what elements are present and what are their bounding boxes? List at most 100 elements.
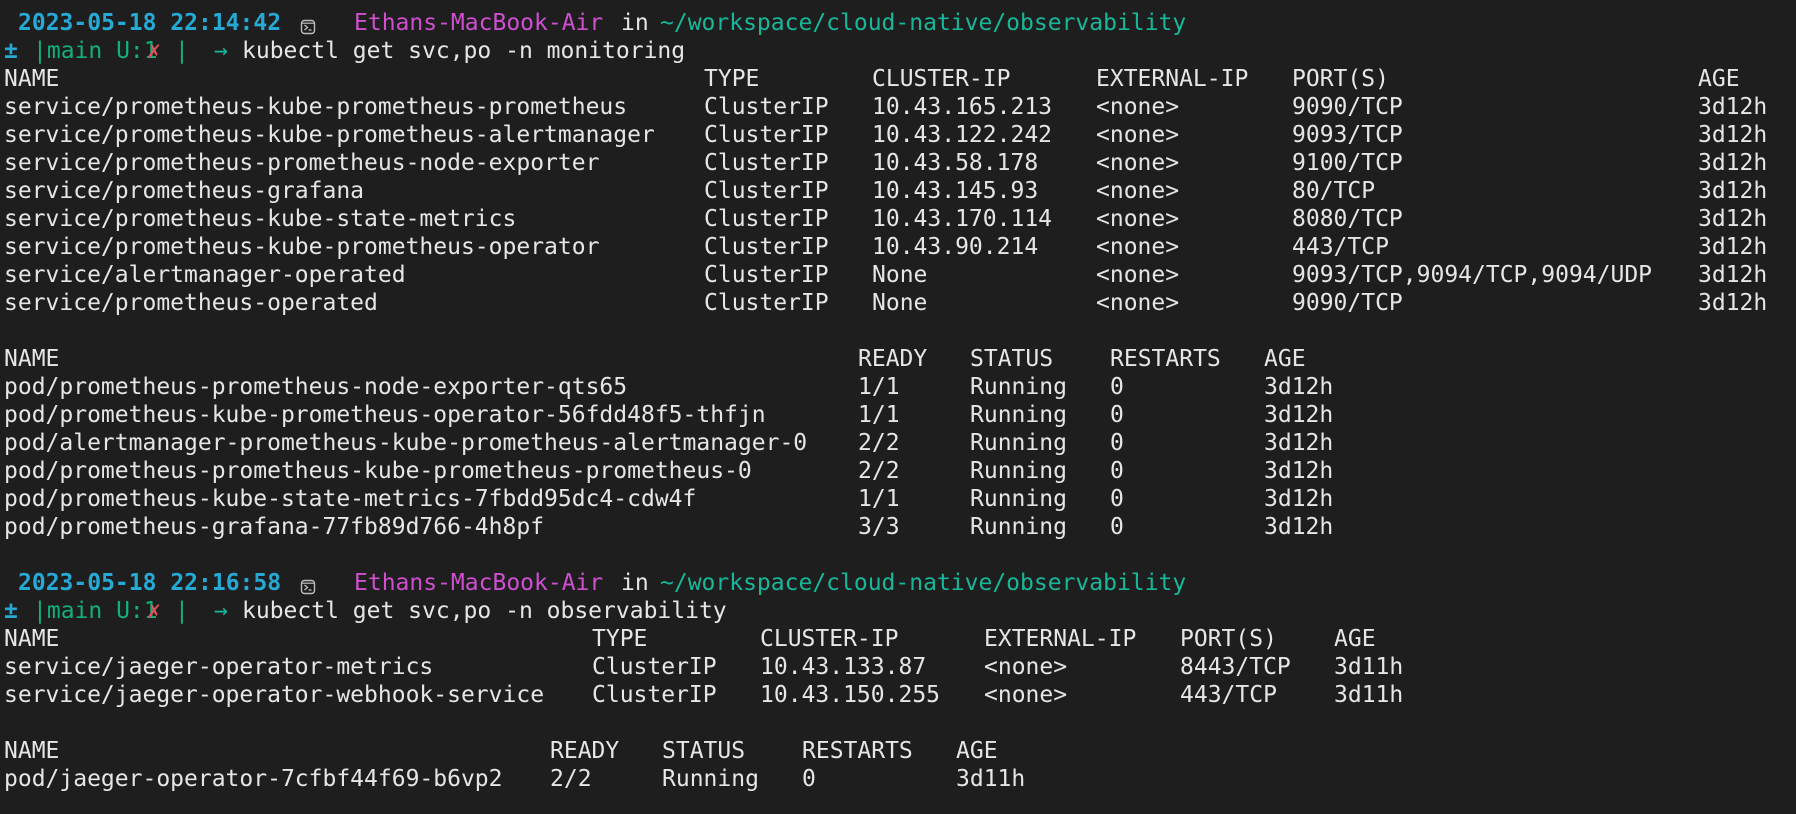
pod-cell: pod/jaeger-operator-7cfbf44f69-b6vp2 <box>4 766 503 792</box>
service-cell: 3d12h <box>1698 206 1768 232</box>
service-cell: ClusterIP <box>704 178 829 204</box>
service-column-header: EXTERNAL-IP <box>1096 66 1249 92</box>
pod-column-header: AGE <box>1264 346 1306 372</box>
pod-cell: pod/prometheus-kube-state-metrics-7fbdd9… <box>4 486 697 512</box>
service-cell: 9090/TCP <box>1292 94 1403 120</box>
service-cell: 3d12h <box>1698 178 1768 204</box>
pod-column-header: RESTARTS <box>802 738 913 764</box>
pod-column-header: READY <box>550 738 620 764</box>
service-column-header: EXTERNAL-IP <box>984 626 1137 652</box>
service-cell: <none> <box>1096 178 1180 204</box>
service-cell: 443/TCP <box>1292 234 1389 260</box>
pod-cell: 0 <box>1110 402 1124 428</box>
service-cell: <none> <box>1096 94 1180 120</box>
pod-cell: 3d12h <box>1264 458 1334 484</box>
pod-table-row: pod/prometheus-kube-prometheus-operator-… <box>0 401 1796 429</box>
terminal-window[interactable]: 2023-05-18 22:14:42 Ethans-MacBook-Air in ~… <box>0 0 1796 814</box>
service-column-header: NAME <box>4 626 60 652</box>
command-text[interactable]: kubectl get svc,po -n observability <box>242 597 727 625</box>
pod-table-row: pod/alertmanager-prometheus-kube-prometh… <box>0 429 1796 457</box>
service-cell: ClusterIP <box>704 234 829 260</box>
pod-table-row: pod/jaeger-operator-7cfbf44f69-b6vp2 2/2 R… <box>0 765 1796 793</box>
service-cell: <none> <box>1096 150 1180 176</box>
pod-cell: Running <box>970 430 1067 456</box>
pod-cell: 0 <box>1110 458 1124 484</box>
pod-cell: pod/alertmanager-prometheus-kube-prometh… <box>4 430 808 456</box>
service-table-row: service/prometheus-kube-state-metrics Clu… <box>0 205 1796 233</box>
service-cell: <none> <box>1096 206 1180 232</box>
pod-cell: 3d12h <box>1264 514 1334 540</box>
service-table-row: service/prometheus-grafana ClusterIP 10.43… <box>0 177 1796 205</box>
service-column-header: PORT(S) <box>1180 626 1277 652</box>
service-cell: 9090/TCP <box>1292 290 1403 316</box>
pod-table-header: NAME READY STATUS RESTARTS AGE <box>0 737 1796 765</box>
service-cell: ClusterIP <box>592 682 717 708</box>
pod-cell: 2/2 <box>550 766 592 792</box>
command-line: ± |main U:1 ✗ | → kubectl get svc,po -n obser… <box>0 597 1796 625</box>
service-cell: service/prometheus-kube-state-metrics <box>4 206 517 232</box>
service-cell: service/prometheus-prometheus-node-expor… <box>4 150 600 176</box>
pod-cell: 1/1 <box>858 374 900 400</box>
service-cell: 3d12h <box>1698 234 1768 260</box>
pod-table-header: NAME READY STATUS RESTARTS AGE <box>0 345 1796 373</box>
service-cell: 3d11h <box>1334 654 1404 680</box>
git-dirty-mark: ✗ <box>147 598 161 624</box>
service-column-header: AGE <box>1698 66 1740 92</box>
service-cell: 3d12h <box>1698 262 1768 288</box>
service-cell: ClusterIP <box>704 94 829 120</box>
pod-table-row: pod/prometheus-prometheus-kube-prometheu… <box>0 457 1796 485</box>
git-plusminus-symbol: ± <box>4 38 18 64</box>
pod-cell: 3/3 <box>858 514 900 540</box>
service-cell: 10.43.58.178 <box>872 150 1039 176</box>
service-cell: ClusterIP <box>704 206 829 232</box>
service-cell: service/alertmanager-operated <box>4 262 406 288</box>
command-text[interactable]: kubectl get svc,po -n monitoring <box>242 37 685 65</box>
pod-cell: 3d12h <box>1264 430 1334 456</box>
prompt-working-directory: ~/workspace/cloud-native/observability <box>660 570 1187 596</box>
terminal-icon <box>300 574 316 595</box>
pod-cell: 0 <box>802 766 816 792</box>
service-cell: 10.43.90.214 <box>872 234 1039 260</box>
pod-cell: Running <box>970 514 1067 540</box>
pod-cell: Running <box>970 374 1067 400</box>
service-cell: service/prometheus-kube-prometheus-alert… <box>4 122 655 148</box>
service-cell: 3d12h <box>1698 290 1768 316</box>
prompt-timestamp: 2023-05-18 22:14:42 <box>18 10 282 36</box>
pod-cell: pod/prometheus-grafana-77fb89d766-4h8pf <box>4 514 545 540</box>
pod-table-row: pod/prometheus-kube-state-metrics-7fbdd9… <box>0 485 1796 513</box>
service-column-header: TYPE <box>704 66 760 92</box>
service-column-header: NAME <box>4 66 60 92</box>
service-table-row: service/alertmanager-operated ClusterIP No… <box>0 261 1796 289</box>
pod-cell: pod/prometheus-prometheus-kube-prometheu… <box>4 458 752 484</box>
service-cell: <none> <box>1096 262 1180 288</box>
service-table-row: service/jaeger-operator-webhook-service C… <box>0 681 1796 709</box>
service-cell: 10.43.150.255 <box>760 682 941 708</box>
pod-cell: 0 <box>1110 430 1124 456</box>
git-plusminus-symbol: ± <box>4 598 18 624</box>
prompt-working-directory: ~/workspace/cloud-native/observability <box>660 10 1187 36</box>
service-cell: <none> <box>1096 290 1180 316</box>
prompt-timestamp: 2023-05-18 22:16:58 <box>18 570 282 596</box>
pod-column-header: NAME <box>4 346 60 372</box>
prompt-arrow: → <box>214 38 228 64</box>
pod-cell: 0 <box>1110 514 1124 540</box>
service-cell: ClusterIP <box>704 262 829 288</box>
service-table-row: service/prometheus-kube-prometheus-prome… <box>0 93 1796 121</box>
service-cell: 3d12h <box>1698 150 1768 176</box>
pod-column-header: RESTARTS <box>1110 346 1221 372</box>
service-cell: 10.43.145.93 <box>872 178 1039 204</box>
service-table-header: NAME TYPE CLUSTER-IP EXTERNAL-IP PORT(S) AGE <box>0 625 1796 653</box>
service-cell: 9093/TCP,9094/TCP,9094/UDP <box>1292 262 1653 288</box>
git-branch-status: |main U:1 <box>33 38 158 64</box>
service-table-row: service/prometheus-kube-prometheus-alert… <box>0 121 1796 149</box>
service-cell: <none> <box>1096 234 1180 260</box>
pod-table-row: pod/prometheus-grafana-77fb89d766-4h8pf 3… <box>0 513 1796 541</box>
service-cell: 3d12h <box>1698 94 1768 120</box>
service-table-row: service/prometheus-prometheus-node-expor… <box>0 149 1796 177</box>
service-column-header: PORT(S) <box>1292 66 1389 92</box>
prompt-hostname: Ethans-MacBook-Air <box>354 10 604 36</box>
git-branch-status: |main U:1 <box>33 598 158 624</box>
service-cell: 8080/TCP <box>1292 206 1403 232</box>
